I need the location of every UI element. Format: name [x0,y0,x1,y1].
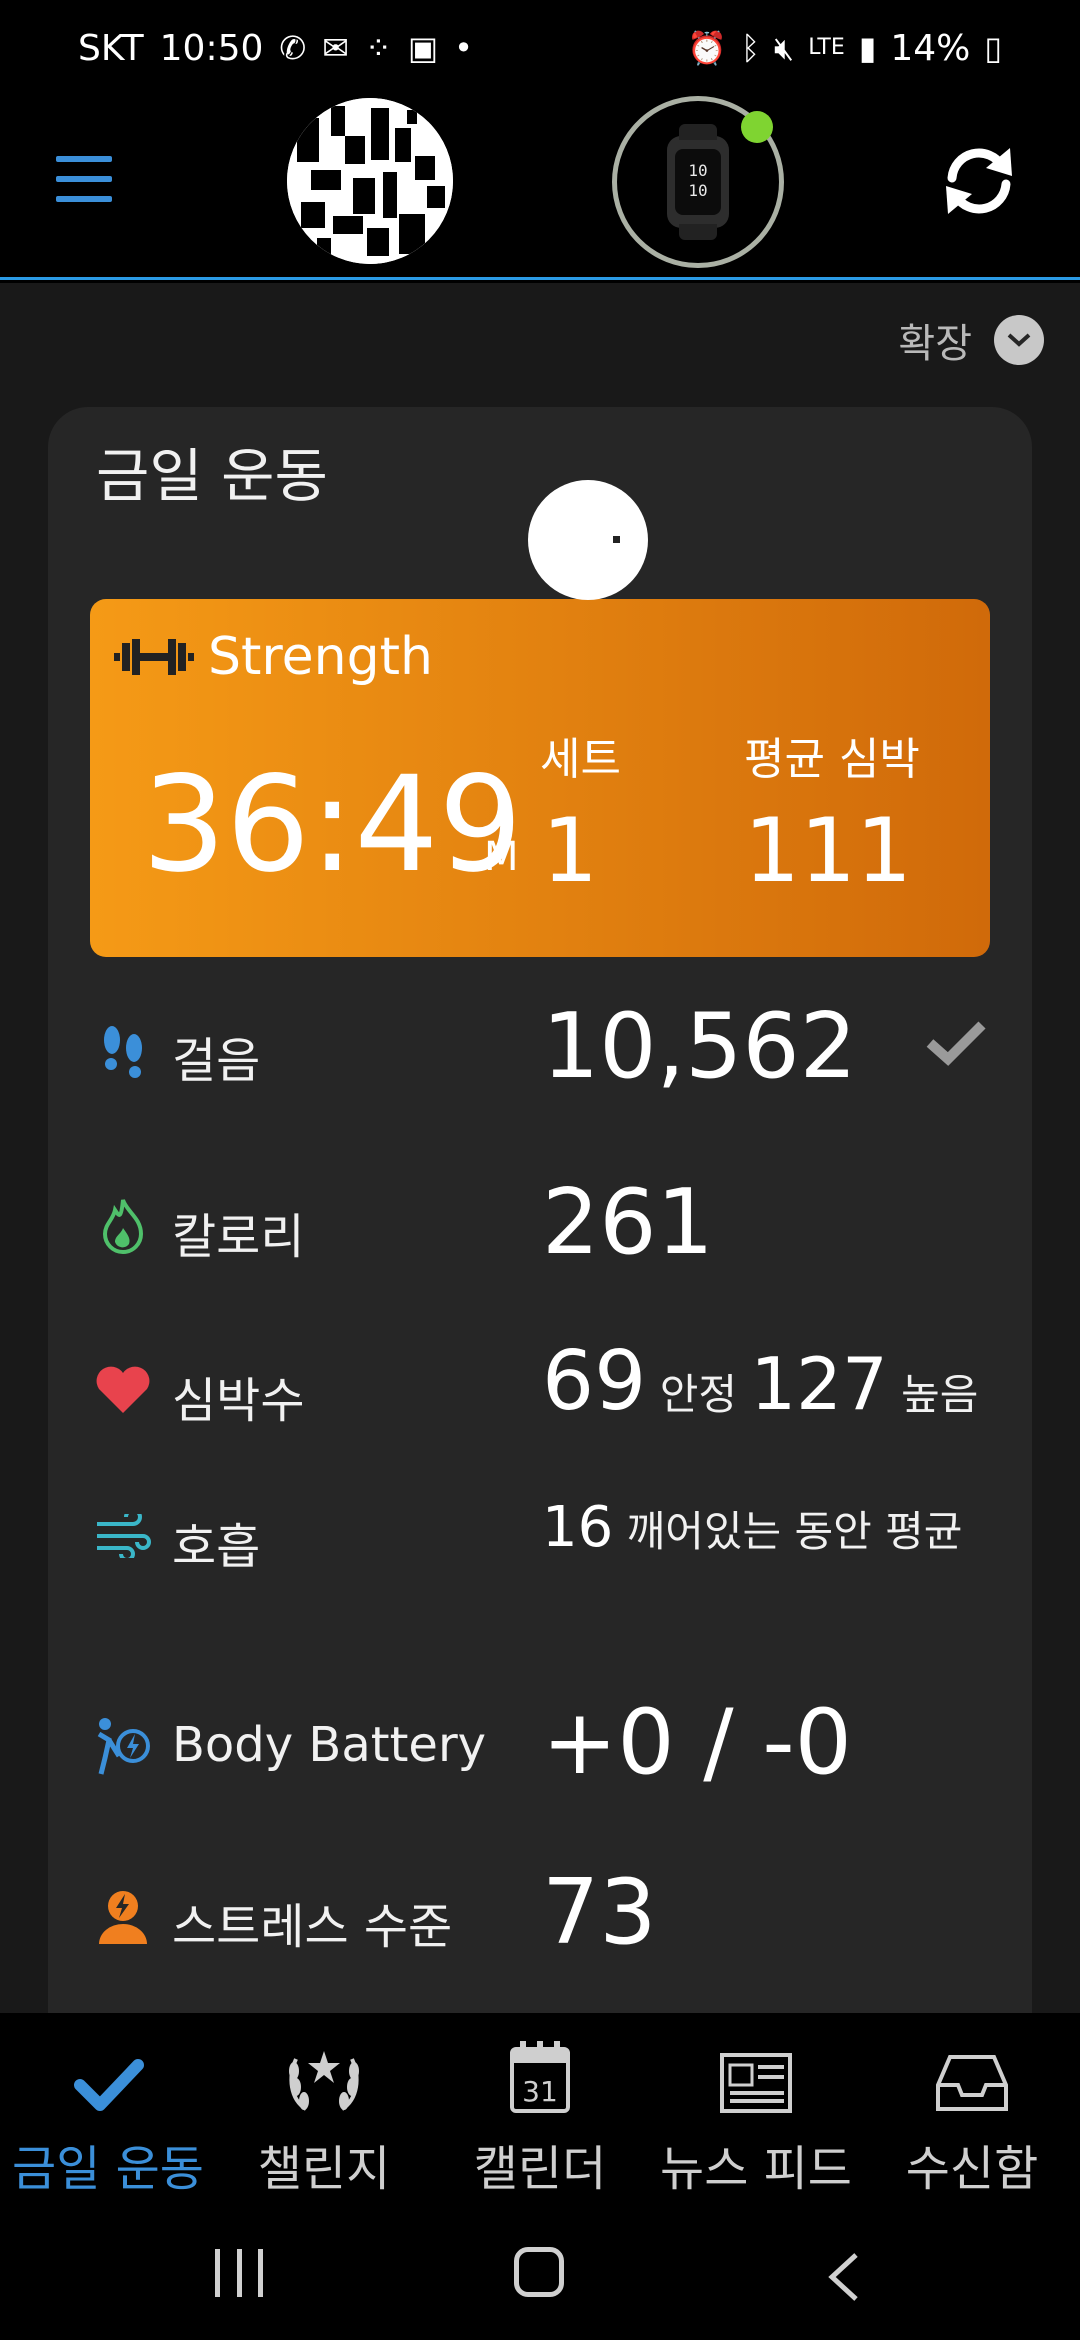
high-hr-value: 127 [750,1342,888,1426]
nav-challenges-label: 챌린지 [257,2141,391,2197]
signal-icon: ▮ [858,29,877,67]
activity-type-label: Strength [208,627,433,687]
nav-calendar[interactable]: 31 캘린더 [430,2035,650,2199]
dumbbell-icon [114,639,194,675]
stress-row[interactable]: 스트레스 수준 73 [48,1863,1032,1963]
recents-button[interactable] [215,2249,263,2297]
carrier-label: SKT [78,27,144,69]
respiration-value: 16 [542,1495,614,1560]
floating-handle[interactable] [528,480,648,600]
activity-duration-unit: M [484,834,519,880]
sync-button[interactable] [936,138,1022,224]
sets-value: 1 [542,799,598,902]
goal-check-icon [924,1017,988,1071]
chevron-down-icon [994,315,1044,365]
watch-face-hour: 10 [688,161,708,180]
back-button[interactable] [826,2251,862,2307]
activity-type: Strength [114,627,433,687]
heart-rate-row[interactable]: 심박수 69 안정 127 높음 [48,1334,1032,1437]
system-navigation-bar [0,2213,1080,2340]
calories-row[interactable]: 칼로리 261 [48,1173,1032,1273]
avg-hr-label: 평균 심박 [744,734,920,785]
calendar-day: 31 [522,2075,558,2108]
steps-label: 걸음 [172,1033,261,1089]
laurel-icon [214,2035,434,2115]
today-activity-card: 금일 운동 Strength 36:49 M 세트 1 평균 심박 111 걸음… [48,407,1032,2013]
clock: 10:50 [159,27,264,69]
more-notifications-icon: • [454,29,473,67]
nav-inbox[interactable]: 수신함 [862,2035,1080,2199]
device-connected-indicator [741,111,773,143]
profile-avatar[interactable] [287,98,453,264]
check-icon [0,2035,218,2115]
nav-news-feed[interactable]: 뉴스 피드 [646,2035,866,2199]
watch-face: 10 10 [675,149,721,215]
status-bar: SKT 10:50 ✆ ✉ ⁘ ▣ • ⏰ ᛒ 🔇︎ LTE ▮ 14% ▯ [0,0,1080,96]
nav-news-feed-label: 뉴스 피드 [660,2141,852,2197]
mail-icon: ✉ [322,29,350,67]
app-header: 10 10 [0,96,1080,280]
body-battery-label: Body Battery [172,1717,487,1773]
bluetooth-icon: ᛒ [740,29,761,67]
battery-icon: ▯ [984,29,1002,67]
heart-rate-values: 69 안정 127 높음 [542,1334,979,1429]
nav-challenges[interactable]: 챌린지 [214,2035,434,2199]
main-content[interactable]: 확장 금일 운동 Strength 36:49 M 세트 1 평균 심박 111… [0,283,1080,2013]
bottom-navigation: 금일 운동 챌린지 31 캘린더 뉴스 피드 수신함 [0,2013,1080,2213]
nav-today[interactable]: 금일 운동 [0,2035,218,2199]
alarm-icon: ⏰ [686,29,727,67]
call-icon: ✆ [279,29,307,67]
expand-toggle[interactable]: 확장 [898,311,1044,369]
high-hr-label: 높음 [901,1370,979,1419]
connect-icon: ⁘ [365,29,392,67]
respiration-label: 호흡 [172,1519,261,1575]
heart-rate-label: 심박수 [172,1373,305,1429]
heart-icon [92,1359,154,1421]
nav-calendar-label: 캘린더 [473,2141,607,2197]
stress-icon [92,1885,154,1947]
menu-icon [56,156,112,162]
calendar-icon: 31 [430,2035,650,2115]
avatar-pattern-icon [287,98,453,264]
sync-icon [946,148,1012,214]
watch-icon: 10 10 [667,124,729,240]
mute-icon: 🔇︎ [774,29,795,67]
stress-value: 73 [542,1860,657,1965]
footprints-icon [92,1019,154,1081]
flame-icon [92,1195,154,1257]
image-icon: ▣ [407,29,439,67]
back-chevron-icon [828,2253,858,2301]
steps-row[interactable]: 걸음 10,562 [48,997,1032,1097]
calories-value: 261 [542,1170,714,1275]
avg-hr-value: 111 [744,799,912,902]
expand-label: 확장 [898,321,972,367]
stress-label: 스트레스 수준 [172,1899,453,1955]
sets-label: 세트 [540,734,621,785]
activity-duration: 36:49 [142,748,523,902]
body-battery-icon [92,1715,154,1777]
nav-today-label: 금일 운동 [12,2141,204,2197]
header-divider [0,277,1080,280]
menu-button[interactable] [56,156,112,202]
network-type: LTE [808,35,845,60]
body-battery-value: +0 / -0 [542,1690,852,1795]
activity-summary[interactable]: Strength 36:49 M 세트 1 평균 심박 111 [90,599,990,957]
resting-hr-value: 69 [542,1334,647,1429]
watch-face-minute: 10 [688,181,708,200]
respiration-row[interactable]: 호흡 16 깨어있는 동안 평균 [48,1483,1032,1583]
connected-device-button[interactable]: 10 10 [612,96,784,268]
wind-icon [92,1505,154,1567]
respiration-values: 16 깨어있는 동안 평균 [542,1497,962,1559]
respiration-note: 깨어있는 동안 평균 [626,1507,963,1556]
calories-label: 칼로리 [172,1209,305,1265]
newspaper-icon [646,2035,866,2115]
home-button[interactable] [514,2247,564,2297]
inbox-icon [862,2035,1080,2115]
card-title: 금일 운동 [96,442,328,510]
steps-value: 10,562 [542,994,857,1099]
resting-hr-label: 안정 [659,1370,737,1419]
battery-percent: 14% [890,27,971,69]
nav-inbox-label: 수신함 [905,2141,1039,2197]
body-battery-row[interactable]: Body Battery +0 / -0 [48,1693,1032,1793]
